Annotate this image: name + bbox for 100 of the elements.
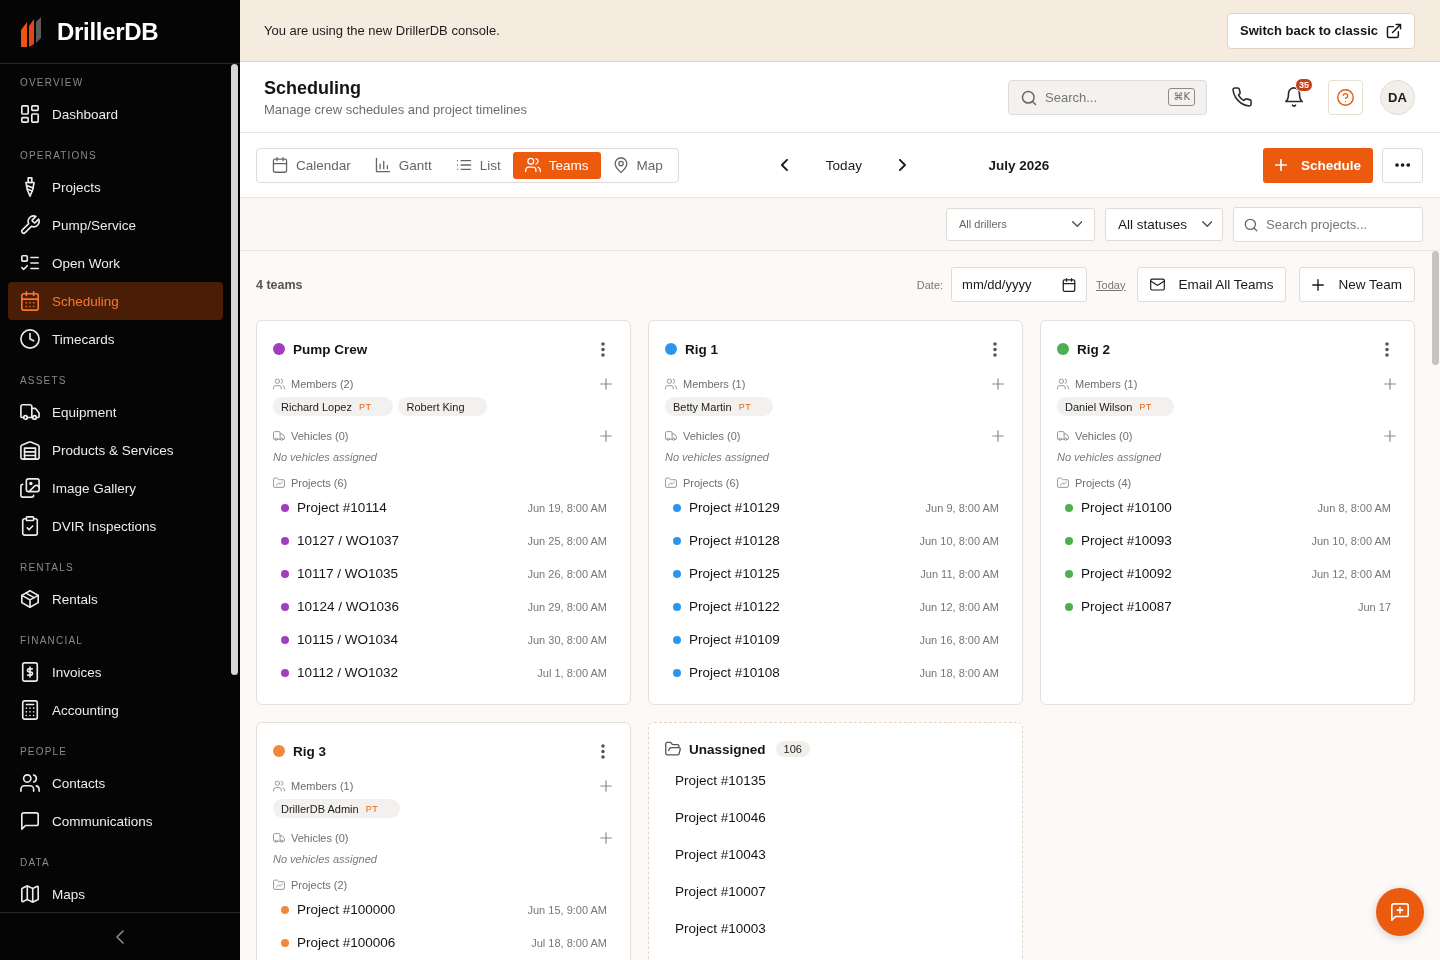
project-link[interactable]: Project #10100 <box>1081 500 1310 515</box>
project-link[interactable]: 10115 / WO1034 <box>297 632 520 647</box>
project-link[interactable]: 10112 / WO1032 <box>297 665 530 680</box>
dollar-receipt-icon <box>20 662 40 682</box>
view-tab[interactable]: List <box>443 151 513 179</box>
project-link[interactable]: Project #10109 <box>689 632 912 647</box>
nav-item[interactable]: Scheduling <box>8 282 223 320</box>
notifications-button[interactable]: 35 <box>1276 79 1312 115</box>
bell-icon <box>1284 87 1304 107</box>
field-label: Date: <box>916 278 944 291</box>
project-link[interactable]: Project #10114 <box>297 500 520 515</box>
nav-item[interactable]: Image Gallery <box>8 469 223 507</box>
users-icon <box>20 773 40 793</box>
nav-section-heading: PEOPLE <box>19 746 69 758</box>
driller-select[interactable]: All drillers <box>946 207 1095 241</box>
nav-item[interactable]: Pump/Service <box>8 206 223 244</box>
add-button[interactable] <box>600 430 612 442</box>
warehouse-icon <box>20 440 40 460</box>
project-date: Jun 15, 9:00 AM <box>527 903 607 916</box>
nav-item[interactable]: Rentals <box>8 580 223 618</box>
scrollbar[interactable] <box>231 64 238 675</box>
project-link[interactable]: Project #10087 <box>1081 599 1350 614</box>
page-subtitle: Manage crew schedules and project timelines <box>264 102 529 118</box>
view-tab[interactable]: Map <box>600 151 675 179</box>
calendar-icon <box>1062 277 1077 292</box>
project-link[interactable]: Project #10093 <box>1081 533 1304 548</box>
project-search-field[interactable]: Search projects... <box>1233 206 1423 242</box>
nav-item[interactable]: Communications <box>8 802 223 840</box>
mail-icon <box>1150 277 1166 292</box>
email-all-button[interactable]: Email All Teams <box>1137 267 1287 302</box>
plus-icon <box>600 780 612 792</box>
chevron-down-icon <box>1201 221 1212 227</box>
project-link[interactable]: 10127 / WO1037 <box>297 533 520 548</box>
section-label: Members (1) <box>291 780 355 792</box>
help-button[interactable] <box>1328 79 1363 115</box>
nav-item[interactable]: DVIR Inspections <box>8 507 223 545</box>
project-date: Jun 25, 8:00 AM <box>527 534 607 547</box>
vertical-dots-icon <box>993 341 997 357</box>
add-button[interactable] <box>1384 430 1396 442</box>
section-label: Projects (2) <box>291 879 349 891</box>
view-tab[interactable]: Calendar <box>260 151 363 179</box>
project-link[interactable]: Project #10122 <box>689 599 912 614</box>
project-link[interactable]: Project #100006 <box>297 935 524 950</box>
project-link[interactable]: Project #10128 <box>689 533 912 548</box>
view-tab[interactable]: Gantt <box>362 151 444 179</box>
nav-item[interactable]: Products & Services <box>8 431 223 469</box>
project-link[interactable]: Project #10003 <box>665 910 1006 947</box>
scrollbar[interactable] <box>1432 251 1439 365</box>
add-button[interactable] <box>992 430 1004 442</box>
new-team-button[interactable]: New Team <box>1299 267 1415 302</box>
plus-icon <box>600 832 612 844</box>
project-link[interactable]: 10124 / WO1036 <box>297 599 520 614</box>
nav-section-heading: RENTALS <box>19 562 75 574</box>
message-plus-icon <box>1390 902 1410 922</box>
truck-icon <box>1057 430 1069 442</box>
nav-item[interactable]: Open Work <box>8 244 223 282</box>
project-link[interactable]: Project #10125 <box>689 566 913 581</box>
add-button[interactable] <box>1384 378 1396 390</box>
more-button[interactable] <box>1382 147 1423 183</box>
project-link[interactable]: 10117 / WO1035 <box>297 566 520 581</box>
project-date: Jun 9, 8:00 AM <box>925 501 999 514</box>
calculator-icon <box>20 700 40 720</box>
project-link[interactable]: Project #10135 <box>665 762 1006 799</box>
empty-note: No vehicles assigned <box>665 450 770 465</box>
team-name: Pump Crew <box>293 341 369 357</box>
nav-item[interactable]: Dashboard <box>8 95 223 133</box>
project-link[interactable]: Project #10108 <box>689 665 912 680</box>
nav-item[interactable]: Equipment <box>8 393 223 431</box>
project-date: Jun 26, 8:00 AM <box>527 567 607 580</box>
project-link[interactable]: Project #10043 <box>665 836 1006 873</box>
switch-classic-button[interactable]: Switch back to classic <box>1227 12 1415 49</box>
section-label: Vehicles (0) <box>291 832 350 844</box>
nav-item[interactable]: Contacts <box>8 764 223 802</box>
list-icon <box>455 157 472 173</box>
plus-icon <box>1384 378 1396 390</box>
avatar[interactable]: DA <box>1380 79 1415 115</box>
nav-item[interactable]: Projects <box>8 168 223 206</box>
add-button[interactable] <box>600 378 612 390</box>
project-link[interactable]: Project #10046 <box>665 799 1006 836</box>
project-link[interactable]: Project #10007 <box>665 873 1006 910</box>
nav-item[interactable]: Maps <box>8 875 223 912</box>
nav-item[interactable]: Timecards <box>8 320 223 358</box>
project-date: Jun 11, 8:00 AM <box>920 567 999 580</box>
today-link[interactable]: Today <box>1096 278 1126 291</box>
users-icon <box>273 780 285 792</box>
nav-item[interactable]: Invoices <box>8 653 223 691</box>
add-button[interactable] <box>600 780 612 792</box>
today-button[interactable]: Today <box>812 151 875 179</box>
add-button[interactable] <box>600 832 612 844</box>
project-link[interactable]: Project #10092 <box>1081 566 1304 581</box>
nav-item[interactable]: Accounting <box>8 691 223 729</box>
chevron-down-icon <box>1071 221 1082 227</box>
project-link[interactable]: Project #100000 <box>297 902 520 917</box>
project-link[interactable]: Project #10129 <box>689 500 918 515</box>
project-date: Jun 8, 8:00 AM <box>1317 501 1391 514</box>
member-name: Betty Martin <box>673 400 732 413</box>
users-icon <box>1057 378 1069 390</box>
date-field[interactable]: mm/dd/yyyy <box>951 267 1088 302</box>
add-button[interactable] <box>992 378 1004 390</box>
status-select[interactable]: All statuses <box>1105 207 1223 241</box>
